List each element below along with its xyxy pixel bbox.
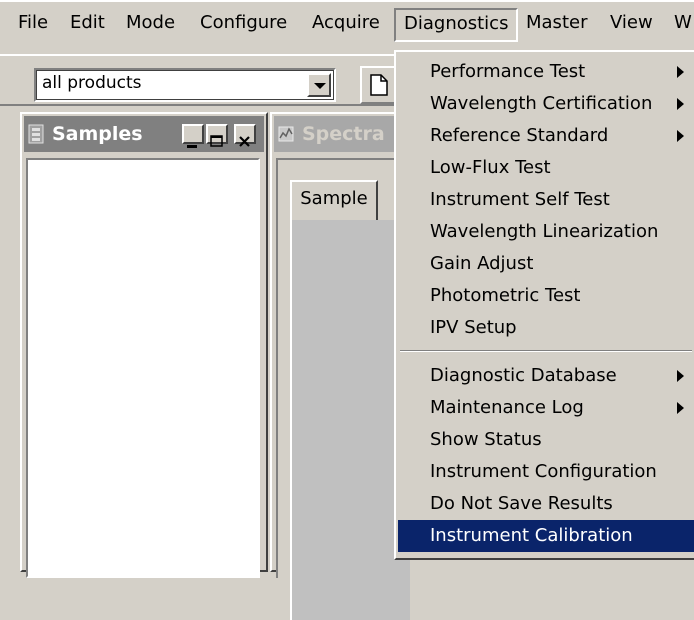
samples-list[interactable] (26, 158, 260, 578)
menu-item-instrument-configuration[interactable]: Instrument Configuration (398, 456, 694, 488)
spectra-icon (278, 126, 294, 142)
menu-window[interactable]: W (666, 8, 694, 42)
samples-title-bar[interactable]: Samples (24, 116, 264, 152)
close-icon[interactable] (234, 124, 256, 147)
menu-item-instrument-calibration[interactable]: Instrument Calibration (398, 520, 694, 552)
menu-master[interactable]: Master (518, 8, 595, 42)
menu-item-diagnostic-database[interactable]: Diagnostic Database (398, 360, 694, 392)
new-document-button[interactable] (360, 66, 396, 104)
menu-item-label: Maintenance Log (430, 397, 584, 418)
menu-item-low-flux-test[interactable]: Low-Flux Test (398, 152, 694, 184)
menu-item-performance-test[interactable]: Performance Test (398, 56, 694, 88)
submenu-arrow-icon (677, 370, 684, 382)
menu-item-label: Performance Test (430, 61, 586, 82)
menu-configure[interactable]: Configure (192, 8, 295, 42)
menu-item-instrument-self-test[interactable]: Instrument Self Test (398, 184, 694, 216)
tab-sample[interactable]: Sample (290, 180, 378, 220)
maximize-icon[interactable] (206, 124, 228, 147)
submenu-arrow-icon (677, 130, 684, 142)
menu-item-gain-adjust[interactable]: Gain Adjust (398, 248, 694, 280)
spectra-window: Spectra Sample (270, 112, 410, 620)
menu-item-label: Reference Standard (430, 125, 609, 146)
menu-acquire[interactable]: Acquire (304, 8, 388, 42)
new-document-icon (370, 74, 388, 96)
menu-item-photometric-test[interactable]: Photometric Test (398, 280, 694, 312)
chevron-down-icon[interactable] (307, 73, 331, 97)
menu-item-label: Diagnostic Database (430, 365, 617, 386)
spectra-body: Sample (276, 158, 410, 620)
submenu-arrow-icon (677, 402, 684, 414)
menu-item-maintenance-log[interactable]: Maintenance Log (398, 392, 694, 424)
samples-title: Samples (52, 123, 143, 145)
menu-item-label: Wavelength Certification (430, 93, 653, 114)
product-filter-value: all products (42, 73, 142, 93)
menu-mode[interactable]: Mode (118, 8, 183, 42)
product-filter-combo[interactable]: all products (34, 68, 336, 102)
tab-panel (290, 220, 410, 620)
samples-icon (28, 124, 44, 144)
menu-item-do-not-save-results[interactable]: Do Not Save Results (398, 488, 694, 520)
menu-item-wavelength-certification[interactable]: Wavelength Certification (398, 88, 694, 120)
menu-file[interactable]: File (10, 8, 56, 42)
submenu-arrow-icon (677, 98, 684, 110)
menu-bar: File Edit Mode Configure Acquire Diagnos… (0, 0, 694, 54)
minimize-icon[interactable] (182, 124, 204, 148)
menu-item-ipv-setup[interactable]: IPV Setup (398, 312, 694, 344)
submenu-arrow-icon (677, 66, 684, 78)
menu-item-show-status[interactable]: Show Status (398, 424, 694, 456)
diagnostics-menu: Performance Test Wavelength Certificatio… (394, 50, 694, 560)
menu-view[interactable]: View (602, 8, 661, 42)
spectra-title-bar[interactable]: Spectra (274, 116, 406, 152)
menu-item-reference-standard[interactable]: Reference Standard (398, 120, 694, 152)
menu-edit[interactable]: Edit (62, 8, 113, 42)
menu-separator (400, 350, 692, 352)
spectra-title: Spectra (302, 123, 385, 145)
menu-diagnostics[interactable]: Diagnostics (394, 8, 519, 42)
samples-window: Samples (20, 112, 268, 578)
menu-item-wavelength-linearization[interactable]: Wavelength Linearization (398, 216, 694, 248)
